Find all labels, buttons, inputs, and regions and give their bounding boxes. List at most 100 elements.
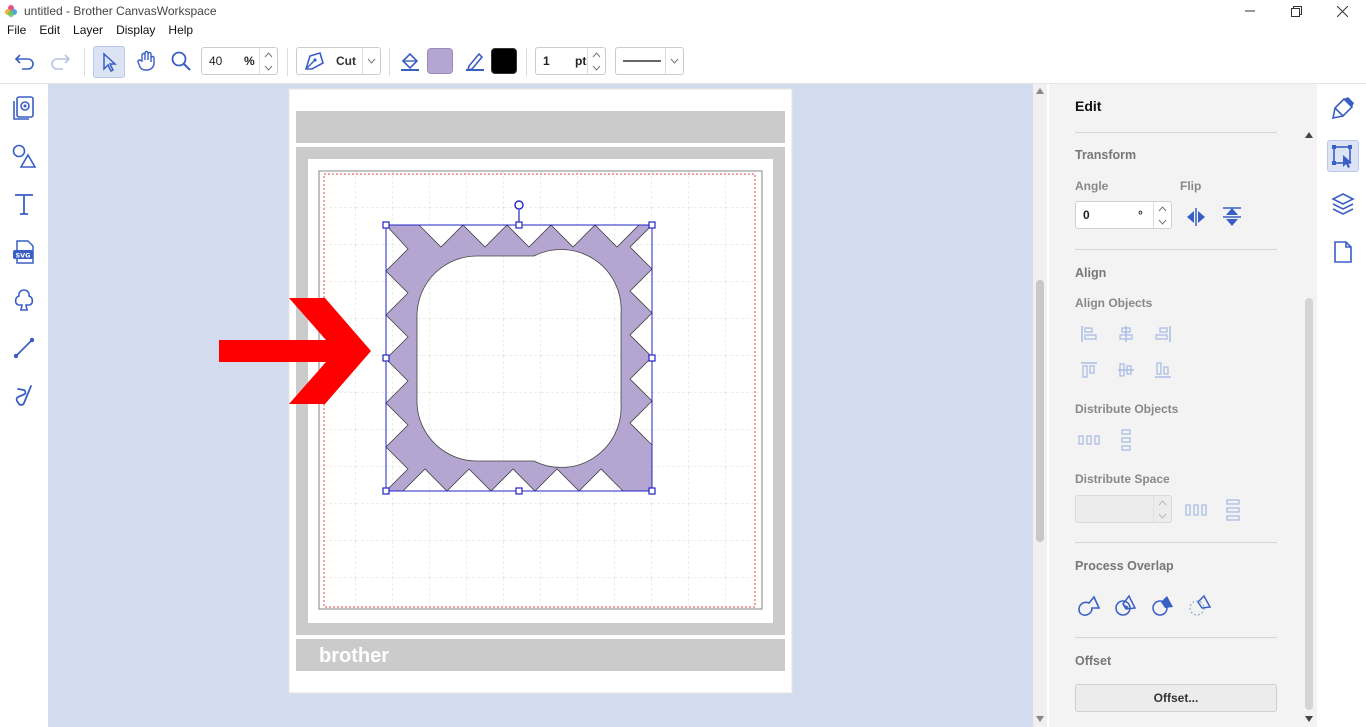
flip-horizontal-button[interactable] xyxy=(1182,203,1210,231)
page-tab[interactable] xyxy=(1327,236,1359,268)
weld-button[interactable] xyxy=(1075,591,1103,619)
redo-button[interactable] xyxy=(45,46,75,76)
cloud-shape-button[interactable] xyxy=(8,284,40,316)
resize-handle-w[interactable] xyxy=(382,354,390,362)
distribute-horizontal-icon xyxy=(1078,435,1100,445)
pan-tool-button[interactable] xyxy=(131,46,161,76)
fill-tool-button[interactable] xyxy=(397,48,423,74)
line-color-swatch[interactable] xyxy=(491,48,517,74)
menu-layer[interactable]: Layer xyxy=(66,22,109,40)
align-center-button[interactable] xyxy=(1112,320,1140,348)
zoom-spinner[interactable] xyxy=(259,48,277,74)
subtract-button[interactable] xyxy=(1186,591,1214,619)
paint-bucket-icon xyxy=(401,52,419,71)
scrollbar-thumb[interactable] xyxy=(1036,280,1044,542)
align-top-button[interactable] xyxy=(1075,356,1103,384)
app-logo-icon xyxy=(5,5,17,17)
angle-field[interactable]: 0 ° xyxy=(1075,201,1172,229)
resize-handle-e[interactable] xyxy=(648,354,656,362)
menu-help[interactable]: Help xyxy=(161,22,199,40)
toolbar-separator xyxy=(526,48,527,76)
chevron-down-icon xyxy=(670,58,679,64)
flip-vertical-button[interactable] xyxy=(1218,203,1246,231)
mode-select[interactable]: Cut xyxy=(296,47,381,75)
freehand-tool-icon xyxy=(15,385,32,406)
layers-tab[interactable] xyxy=(1327,188,1359,220)
menu-display[interactable]: Display xyxy=(109,22,161,40)
shapes-button[interactable] xyxy=(8,140,40,172)
toolbar: 40 % Cut 1 pt xyxy=(0,40,1366,84)
canvas-svg[interactable]: brother xyxy=(48,84,1033,727)
align-top-icon xyxy=(1081,362,1097,378)
canvas-vertical-scrollbar[interactable] xyxy=(1033,84,1047,727)
align-right-button[interactable] xyxy=(1149,320,1177,348)
undo-button[interactable] xyxy=(10,46,40,76)
solid-line-style-icon xyxy=(623,60,661,62)
line-width-spinner[interactable] xyxy=(587,48,605,74)
close-icon xyxy=(1336,5,1348,17)
mode-dropdown[interactable] xyxy=(362,48,380,74)
distribute-space-field[interactable] xyxy=(1075,495,1172,523)
scroll-up-icon[interactable] xyxy=(1036,88,1044,94)
align-right-icon xyxy=(1155,326,1171,342)
align-bottom-button[interactable] xyxy=(1149,356,1177,384)
panel-scrollbar[interactable] xyxy=(1303,128,1315,722)
menu-bar: File Edit Layer Display Help xyxy=(0,22,1366,40)
select-tool-button[interactable] xyxy=(93,46,125,78)
distribute-space-label: Distribute Space xyxy=(1075,472,1170,486)
svg-text:SVG: SVG xyxy=(15,252,30,260)
scroll-down-icon[interactable] xyxy=(1305,716,1313,722)
resize-handle-n[interactable] xyxy=(515,221,523,229)
window-title: untitled - Brother CanvasWorkspace xyxy=(24,4,217,18)
align-middle-button[interactable] xyxy=(1112,356,1140,384)
resize-handle-nw[interactable] xyxy=(382,221,390,229)
panel-scrollbar-thumb[interactable] xyxy=(1305,298,1313,710)
line-tool-button[interactable] xyxy=(462,48,488,74)
space-vertical-button[interactable] xyxy=(1218,496,1246,524)
hand-icon xyxy=(137,50,155,71)
edit-panel: Edit Transform Angle Flip 0 ° Align Alig… xyxy=(1049,84,1317,727)
align-left-button[interactable] xyxy=(1075,320,1103,348)
paint-tab[interactable] xyxy=(1327,92,1359,124)
scroll-down-icon[interactable] xyxy=(1036,716,1044,722)
menu-edit[interactable]: Edit xyxy=(32,22,66,40)
resize-handle-s[interactable] xyxy=(515,487,523,495)
canvas-workspace[interactable]: brother xyxy=(48,84,1033,727)
freehand-button[interactable] xyxy=(8,380,40,412)
zoom-field[interactable]: 40 % xyxy=(201,47,278,75)
zoom-unit: % xyxy=(244,54,255,68)
restore-button[interactable] xyxy=(1273,0,1319,22)
align-bottom-icon xyxy=(1155,362,1171,378)
space-horizontal-button[interactable] xyxy=(1182,496,1210,524)
offset-heading: Offset xyxy=(1075,654,1112,668)
close-button[interactable] xyxy=(1319,0,1365,22)
line-style-select[interactable] xyxy=(615,47,684,75)
distribute-space-spinner[interactable] xyxy=(1153,496,1171,522)
exclude-button[interactable] xyxy=(1149,591,1177,619)
menu-file[interactable]: File xyxy=(0,22,32,40)
magnifier-icon xyxy=(171,51,191,71)
resize-handle-se[interactable] xyxy=(648,487,656,495)
line-draw-button[interactable] xyxy=(8,332,40,364)
rotation-handle[interactable] xyxy=(514,200,524,210)
line-width-field[interactable]: 1 pt xyxy=(535,47,606,75)
resize-handle-sw[interactable] xyxy=(382,487,390,495)
scroll-up-icon[interactable] xyxy=(1305,132,1313,138)
line-style-dropdown[interactable] xyxy=(665,48,683,74)
zoom-tool-button[interactable] xyxy=(166,46,196,76)
cutter-pen-icon xyxy=(304,52,324,70)
text-button[interactable] xyxy=(8,188,40,220)
fill-color-swatch[interactable] xyxy=(427,48,453,74)
toolbar-separator xyxy=(287,48,288,76)
distribute-horizontal-button[interactable] xyxy=(1075,426,1103,454)
angle-spinner[interactable] xyxy=(1153,202,1171,228)
minimize-button[interactable] xyxy=(1227,0,1273,22)
offset-button[interactable]: Offset... xyxy=(1075,684,1277,712)
resize-handle-ne[interactable] xyxy=(648,221,656,229)
intersect-button[interactable] xyxy=(1112,591,1140,619)
svg-import-button[interactable]: SVG xyxy=(8,236,40,268)
edit-tab[interactable] xyxy=(1327,140,1359,172)
pattern-library-button[interactable] xyxy=(8,92,40,124)
chevron-down-icon xyxy=(264,65,273,71)
distribute-vertical-button[interactable] xyxy=(1112,426,1140,454)
